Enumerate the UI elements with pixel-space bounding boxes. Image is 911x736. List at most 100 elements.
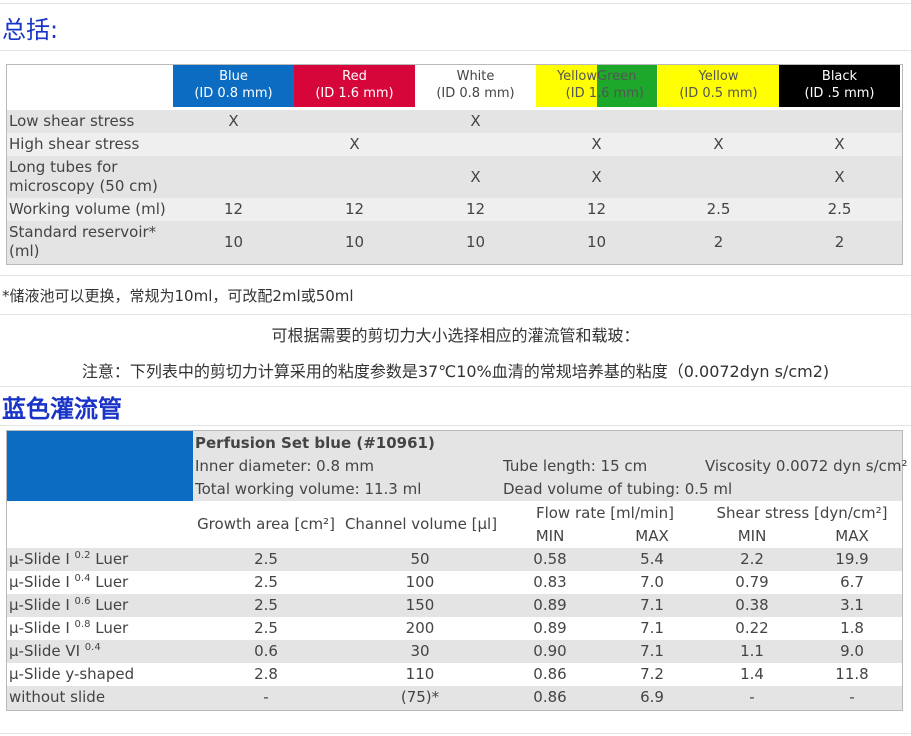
shear-max-cell: 6.7 — [840, 573, 864, 591]
viscosity: Viscosity 0.0072 dyn s/cm² — [705, 457, 908, 475]
column-header-yellow: Yellow (ID 0.5 mm) — [658, 65, 779, 107]
row-label: (ml) — [9, 242, 40, 260]
flow-max-cell: 7.1 — [640, 619, 664, 637]
column-id: (ID 0.8 mm) — [194, 86, 273, 101]
table-cell: X — [228, 112, 239, 130]
shear-max-cell: 1.8 — [840, 619, 864, 637]
flow-max-cell: 7.2 — [640, 665, 664, 683]
shear-min-cell: 0.22 — [735, 619, 769, 637]
slide-height: 0.2 — [74, 550, 91, 561]
column-header-red: Red (ID 1.6 mm) — [294, 65, 415, 107]
table-row: µ-Slide I 0.6 Luer 2.5 150 0.89 7.1 0.38… — [7, 594, 902, 617]
column-name: Green — [597, 69, 637, 84]
table-cell: 2.5 — [706, 200, 731, 218]
flow-min-cell: 0.89 — [533, 596, 567, 614]
row-label: µ-Slide I 0.6 Luer — [9, 596, 128, 615]
inner-diameter: Inner diameter: 0.8 mm — [195, 457, 375, 475]
shear-min-cell: 1.1 — [740, 642, 764, 660]
table-cell: X — [349, 135, 360, 153]
blue-color-swatch — [7, 431, 193, 501]
slide-suffix: Luer — [90, 619, 129, 637]
row-label: µ-Slide VI 0.4 — [9, 642, 101, 661]
shear-max-cell: 19.9 — [835, 550, 869, 568]
flow-max-cell: 7.0 — [640, 573, 664, 591]
table-cell: 10 — [465, 233, 486, 251]
table-cell: X — [713, 135, 724, 153]
summary-heading: 总括: — [2, 16, 59, 44]
divider — [0, 314, 911, 315]
growth-area-cell: - — [263, 688, 269, 706]
table-cell: 10 — [223, 233, 244, 251]
shear-min-cell: - — [749, 688, 755, 706]
divider — [0, 425, 911, 426]
channel-volume-cell: 110 — [405, 665, 435, 683]
table-row: µ-Slide VI 0.4 0.6 30 0.90 7.1 1.1 9.0 — [7, 640, 902, 663]
table-row: µ-Slide I 0.4 Luer 2.5 100 0.83 7.0 0.79… — [7, 571, 902, 594]
row-label: µ-Slide I 0.8 Luer — [9, 619, 128, 638]
shear-max-cell: 3.1 — [840, 596, 864, 614]
header-shear-max: MAX — [835, 527, 869, 545]
row-label: microscopy (50 cm) — [9, 177, 158, 195]
divider — [0, 275, 911, 276]
column-id: .6 mm) — [597, 86, 644, 101]
row-label: Low shear stress — [9, 112, 135, 130]
column-name: Red — [342, 69, 367, 84]
slide-name: µ-Slide VI — [9, 642, 81, 660]
table-cell: 2 — [713, 233, 724, 251]
set-title: Perfusion Set blue (#10961) — [195, 434, 435, 452]
divider — [0, 50, 911, 51]
table-cell: 2.5 — [827, 200, 852, 218]
channel-volume-cell: (75)* — [400, 688, 440, 706]
shear-min-cell: 1.4 — [740, 665, 764, 683]
flow-max-cell: 6.9 — [640, 688, 664, 706]
column-name: Yellow — [698, 69, 739, 84]
table-cell: 12 — [344, 200, 365, 218]
table-row: µ-Slide y-shaped 2.8 110 0.86 7.2 1.4 11… — [7, 663, 902, 686]
table-cell: X — [470, 112, 481, 130]
slide-suffix: Luer — [90, 573, 129, 591]
selection-note: 可根据需要的剪切力大小选择相应的灌流管和载玻： — [271, 326, 640, 345]
table-cell: X — [834, 168, 845, 186]
flow-min-cell: 0.86 — [533, 665, 567, 683]
shear-min-cell: 0.38 — [735, 596, 769, 614]
column-id: (ID .5 mm) — [804, 86, 875, 101]
tube-length: Tube length: 15 cm — [503, 457, 648, 475]
header-shear-min: MIN — [737, 527, 767, 545]
flow-max-cell: 7.1 — [640, 596, 664, 614]
row-label: Working volume (ml) — [9, 200, 166, 218]
growth-area-cell: 2.8 — [254, 665, 278, 683]
header-flow-min: MIN — [535, 527, 565, 545]
table-cell: 10 — [586, 233, 607, 251]
column-header-blue: Blue (ID 0.8 mm) — [173, 65, 294, 107]
slide-suffix: Luer — [90, 550, 129, 568]
viscosity-note: 注意：下列表中的剪切力计算采用的粘度参数是37℃10%血清的常规培养基的粘度（0… — [81, 362, 830, 381]
table-cell: 10 — [344, 233, 365, 251]
table-cell: 12 — [586, 200, 607, 218]
growth-area-cell: 2.5 — [254, 573, 278, 591]
slide-height: 0.4 — [84, 642, 101, 653]
row-label: High shear stress — [9, 135, 140, 153]
table-row: µ-Slide I 0.2 Luer 2.5 50 0.58 5.4 2.2 1… — [7, 548, 902, 571]
flow-min-cell: 0.89 — [533, 619, 567, 637]
table-cell: X — [834, 135, 845, 153]
growth-area-cell: 2.5 — [254, 619, 278, 637]
row-label: Standard reservoir* — [9, 223, 157, 241]
slide-name: µ-Slide I — [9, 550, 70, 568]
blue-set-heading: 蓝色灌流管 — [2, 395, 122, 423]
flow-max-cell: 7.1 — [640, 642, 664, 660]
divider — [0, 3, 911, 4]
flow-min-cell: 0.83 — [533, 573, 567, 591]
channel-volume-cell: 100 — [405, 573, 435, 591]
perfusion-set-blue-table: Perfusion Set blue (#10961) Inner diamet… — [6, 430, 908, 711]
divider — [0, 733, 911, 734]
header-shear-stress: Shear stress [dyn/cm²] — [716, 504, 888, 522]
table-cell: X — [591, 168, 602, 186]
shear-min-cell: 0.79 — [735, 573, 769, 591]
table-cell: 12 — [465, 200, 486, 218]
column-id: (ID 0.8 mm) — [436, 86, 515, 101]
slide-name: µ-Slide I — [9, 596, 70, 614]
slide-name: µ-Slide I — [9, 619, 70, 637]
column-name: Black — [821, 69, 858, 84]
total-working-volume: Total working volume: 11.3 ml — [195, 480, 422, 498]
channel-volume-cell: 50 — [410, 550, 430, 568]
